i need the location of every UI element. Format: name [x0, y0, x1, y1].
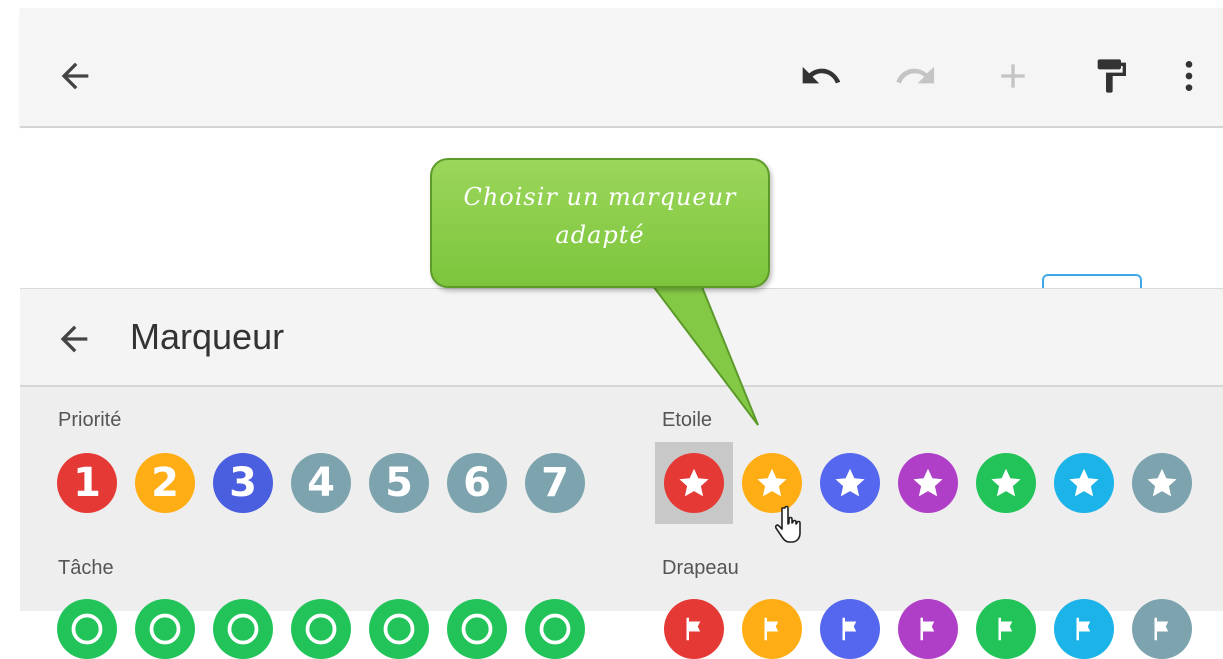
star-marker-5[interactable] — [976, 453, 1036, 513]
flag-marker-1[interactable] — [664, 599, 724, 659]
task-marker-7[interactable] — [525, 599, 585, 659]
priority-marker-1[interactable]: 1 — [57, 453, 117, 513]
star-marker-1[interactable] — [664, 453, 724, 513]
plus-icon[interactable] — [988, 48, 1038, 104]
priority-marker-3[interactable]: 3 — [213, 453, 273, 513]
star-marker-4[interactable] — [898, 453, 958, 513]
star-marker-6[interactable] — [1054, 453, 1114, 513]
marker-panel: Marqueur Priorité 1234567 Etoile Tâche D… — [20, 288, 1223, 659]
callout-line-2: adapté — [555, 221, 645, 249]
priority-marker-7[interactable]: 7 — [525, 453, 585, 513]
task-markers — [57, 599, 603, 659]
task-marker-1[interactable] — [57, 599, 117, 659]
callout-line-1: Choisir un marqueur — [463, 183, 737, 211]
flag-marker-4[interactable] — [898, 599, 958, 659]
section-label-tache: Tâche — [58, 557, 114, 579]
paint-roller-icon[interactable] — [1086, 48, 1136, 104]
redo-icon[interactable] — [890, 48, 940, 104]
priority-marker-6[interactable]: 6 — [447, 453, 507, 513]
priority-marker-2[interactable]: 2 — [135, 453, 195, 513]
flag-markers — [664, 599, 1210, 659]
priority-markers: 1234567 — [57, 453, 603, 513]
flag-marker-5[interactable] — [976, 599, 1036, 659]
task-marker-5[interactable] — [369, 599, 429, 659]
panel-back-arrow-icon[interactable] — [54, 319, 94, 359]
flag-marker-7[interactable] — [1132, 599, 1192, 659]
tooltip-callout: Choisir un marqueur adapté — [430, 158, 770, 288]
section-label-drapeau: Drapeau — [662, 557, 739, 579]
more-vert-icon[interactable] — [1164, 48, 1214, 104]
section-label-etoile: Etoile — [662, 409, 713, 431]
panel-title: Marqueur — [130, 316, 285, 357]
section-label-priorite: Priorité — [58, 409, 122, 431]
flag-marker-6[interactable] — [1054, 599, 1114, 659]
star-marker-3[interactable] — [820, 453, 880, 513]
priority-marker-5[interactable]: 5 — [369, 453, 429, 513]
undo-icon[interactable] — [796, 48, 846, 104]
task-marker-3[interactable] — [213, 599, 273, 659]
task-marker-6[interactable] — [447, 599, 507, 659]
hand-cursor-icon — [774, 504, 809, 553]
task-marker-4[interactable] — [291, 599, 351, 659]
back-arrow-icon[interactable] — [50, 48, 100, 104]
flag-marker-3[interactable] — [820, 599, 880, 659]
task-marker-2[interactable] — [135, 599, 195, 659]
top-toolbar — [20, 8, 1223, 128]
priority-marker-4[interactable]: 4 — [291, 453, 351, 513]
star-markers — [664, 453, 1210, 513]
flag-marker-2[interactable] — [742, 599, 802, 659]
star-marker-7[interactable] — [1132, 453, 1192, 513]
panel-header: Marqueur — [20, 289, 1223, 387]
